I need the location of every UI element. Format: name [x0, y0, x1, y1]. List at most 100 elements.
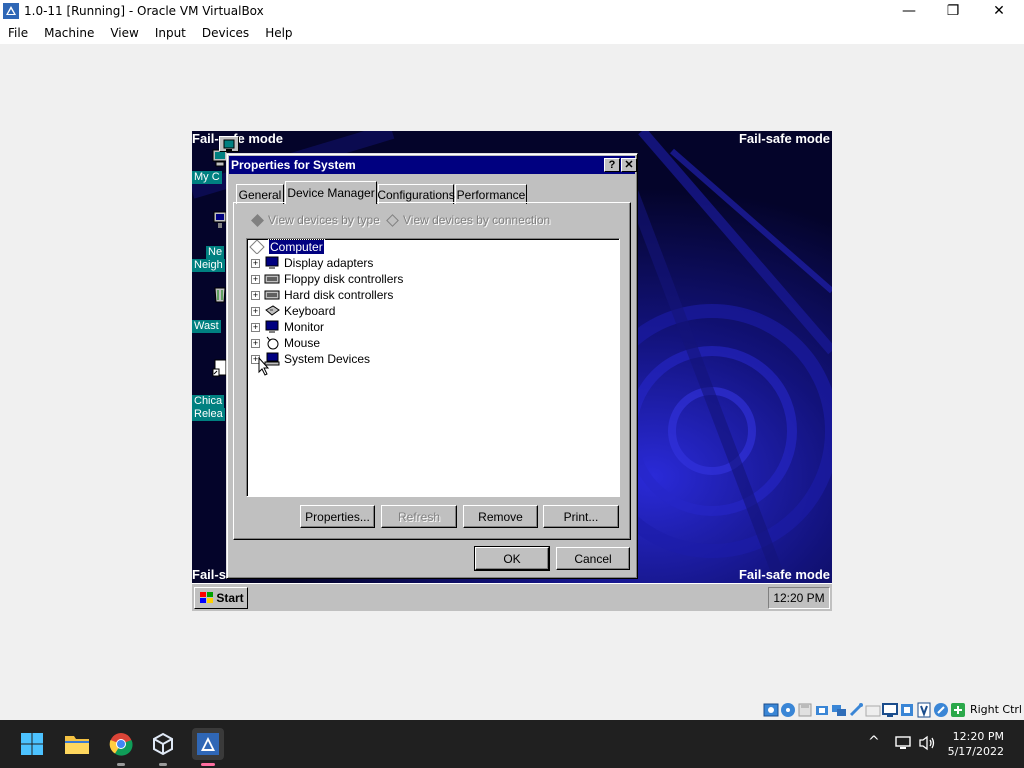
- tree-item[interactable]: + Display adapters: [251, 255, 373, 271]
- display-status-icon[interactable]: [881, 702, 898, 718]
- ok-button[interactable]: OK: [474, 546, 550, 571]
- menu-devices[interactable]: Devices: [194, 26, 257, 40]
- host-statusbar: Right Ctrl: [763, 699, 1024, 720]
- optical-drive-status-icon[interactable]: [780, 702, 796, 718]
- remove-button[interactable]: Remove: [463, 505, 538, 528]
- minimize-button[interactable]: —: [886, 0, 932, 22]
- desktop-icon-label-chicago-1[interactable]: Chica: [192, 395, 225, 408]
- computer-diamond-icon: [249, 240, 265, 254]
- shared-folders-status-icon[interactable]: [865, 702, 881, 718]
- hard-disk-status-icon[interactable]: [763, 702, 779, 718]
- tab-performance[interactable]: Performance: [455, 184, 527, 204]
- windows-start-button[interactable]: [16, 728, 48, 760]
- dialog-titlebar[interactable]: Properties for System ? ✕: [229, 156, 637, 174]
- expand-icon[interactable]: +: [251, 274, 260, 284]
- tree-item[interactable]: + Keyboard: [251, 303, 335, 319]
- menu-input[interactable]: Input: [147, 26, 194, 40]
- tree-item[interactable]: + Hard disk controllers: [251, 287, 393, 303]
- tab-configurations[interactable]: Configurations: [377, 184, 455, 204]
- radio-view-by-type[interactable]: View devices by type: [251, 213, 380, 227]
- file-explorer-taskbar-button[interactable]: [61, 728, 93, 760]
- tab-general-label: General: [238, 187, 282, 202]
- host-key-label: Right Ctrl: [969, 703, 1022, 716]
- failsafe-label-top-right: Fail-safe mode: [738, 131, 830, 146]
- close-x-icon: ✕: [624, 158, 634, 171]
- host-key-status-icon[interactable]: [950, 702, 966, 718]
- close-button[interactable]: ✕: [976, 0, 1022, 22]
- expand-icon[interactable]: +: [251, 290, 260, 300]
- vt-x-status-icon[interactable]: [916, 702, 932, 718]
- usb-status-icon[interactable]: [848, 702, 864, 718]
- volume-tray-icon[interactable]: [918, 734, 936, 752]
- tree-item[interactable]: + Monitor: [251, 319, 324, 335]
- tab-device-manager[interactable]: Device Manager: [285, 181, 377, 204]
- display-adapter-icon: [265, 256, 279, 269]
- desktop-icon-label-wastebasket[interactable]: Wast: [192, 320, 221, 333]
- system-date: 5/17/2022: [947, 745, 1004, 758]
- host-menubar: File Machine View Input Devices Help: [0, 22, 1024, 44]
- network-tray-icon[interactable]: [894, 734, 912, 752]
- tree-item-label: Display adapters: [284, 256, 374, 270]
- tab-general[interactable]: General: [236, 184, 284, 204]
- tab-device-manager-label: Device Manager: [287, 186, 375, 200]
- cancel-button-label: Cancel: [574, 551, 612, 566]
- dialog-close-button[interactable]: ✕: [621, 158, 637, 172]
- guest-floating-icon[interactable]: [219, 136, 239, 152]
- mouse-cursor-icon: [258, 357, 270, 376]
- desktop-icon-label-my-computer[interactable]: My C: [192, 171, 222, 184]
- active-indicator: [201, 763, 215, 766]
- tab-configurations-label: Configurations: [377, 187, 455, 202]
- print-button[interactable]: Print...: [543, 505, 619, 528]
- guest-taskbar: Start 12:20 PM: [192, 583, 832, 611]
- refresh-button-label: Refresh: [397, 509, 441, 524]
- tray-overflow-chevron-icon[interactable]: ^: [868, 734, 880, 750]
- radio-view-by-connection[interactable]: View devices by connection: [386, 213, 551, 227]
- menu-machine[interactable]: Machine: [36, 26, 102, 40]
- expand-icon[interactable]: +: [251, 306, 260, 316]
- close-icon: ✕: [993, 3, 1005, 19]
- folder-icon: [65, 736, 89, 754]
- system-clock[interactable]: 12:20 PM 5/17/2022: [948, 729, 1004, 759]
- dialog-title: Properties for System: [231, 158, 356, 172]
- tree-root-computer[interactable]: Computer: [249, 239, 325, 255]
- menu-file[interactable]: File: [0, 26, 36, 40]
- desktop-icon-label-network-2[interactable]: Neigh: [192, 259, 225, 272]
- expand-icon[interactable]: +: [251, 322, 260, 332]
- refresh-button[interactable]: Refresh: [381, 505, 457, 528]
- virtualbox-manager-taskbar-button[interactable]: [147, 728, 179, 766]
- properties-button-label: Properties...: [305, 509, 370, 524]
- capture-status-icon[interactable]: [899, 702, 915, 718]
- guest-clock-text: 12:20 PM: [773, 591, 825, 605]
- properties-button[interactable]: Properties...: [300, 505, 375, 528]
- window-title: 1.0-11 [Running] - Oracle VM VirtualBox: [24, 4, 264, 18]
- radio-view-by-connection-label: View devices by connection: [403, 213, 551, 227]
- help-icon: ?: [608, 158, 616, 171]
- expand-icon[interactable]: +: [251, 338, 260, 348]
- expand-icon[interactable]: +: [251, 258, 260, 268]
- monitor-icon: [265, 320, 279, 333]
- chrome-taskbar-button[interactable]: [105, 728, 137, 766]
- tree-item[interactable]: + Floppy disk controllers: [251, 271, 403, 287]
- mouse-integration-status-icon[interactable]: [933, 702, 949, 718]
- tree-item[interactable]: + Mouse: [251, 335, 320, 351]
- tree-item-label: Keyboard: [284, 304, 336, 318]
- desktop-icon-label-network-1[interactable]: Ne: [206, 246, 225, 259]
- desktop-icon-label-chicago-2[interactable]: Relea: [192, 408, 225, 421]
- chrome-icon: [109, 733, 133, 756]
- device-tree[interactable]: Computer + Display adapters + Floppy dis…: [246, 238, 620, 497]
- menu-view[interactable]: View: [102, 26, 146, 40]
- start-button[interactable]: Start: [194, 587, 248, 609]
- remove-button-label: Remove: [478, 509, 523, 524]
- help-button[interactable]: ?: [604, 158, 620, 172]
- vm-window-taskbar-button[interactable]: [192, 728, 224, 766]
- restore-button[interactable]: ❐: [930, 0, 976, 22]
- audio-status-icon[interactable]: [814, 702, 830, 718]
- cancel-button[interactable]: Cancel: [556, 547, 630, 570]
- start-label: Start: [216, 591, 244, 605]
- tree-root-label: Computer: [268, 239, 325, 255]
- menu-help[interactable]: Help: [257, 26, 300, 40]
- computer-small-icon: [223, 139, 235, 151]
- network-status-icon[interactable]: [831, 702, 847, 718]
- guest-clock[interactable]: 12:20 PM: [768, 587, 830, 609]
- floppy-status-icon[interactable]: [797, 702, 813, 718]
